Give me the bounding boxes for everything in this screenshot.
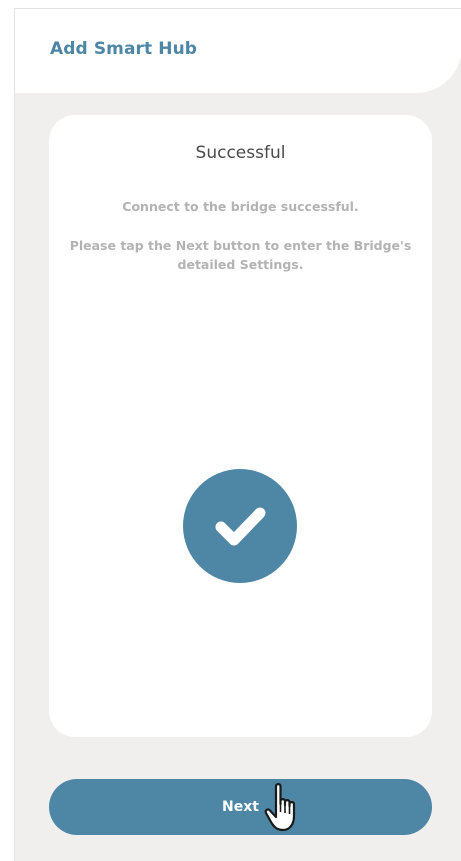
next-button[interactable]: Next	[49, 779, 432, 835]
page-title: Add Smart Hub	[50, 39, 198, 59]
status-title: Successful	[195, 143, 286, 163]
checkmark-icon	[215, 507, 266, 546]
hand-pointer-icon	[264, 783, 296, 832]
instruction-message: Please tap the Next button to enter the …	[69, 238, 412, 272]
app-screen: Add Smart Hub Successful Connect to the …	[14, 8, 461, 861]
success-check-badge	[183, 469, 297, 583]
status-message: Connect to the bridge successful.	[122, 199, 359, 214]
status-card: Successful Connect to the bridge success…	[49, 115, 432, 737]
header-bar: Add Smart Hub	[15, 9, 461, 93]
